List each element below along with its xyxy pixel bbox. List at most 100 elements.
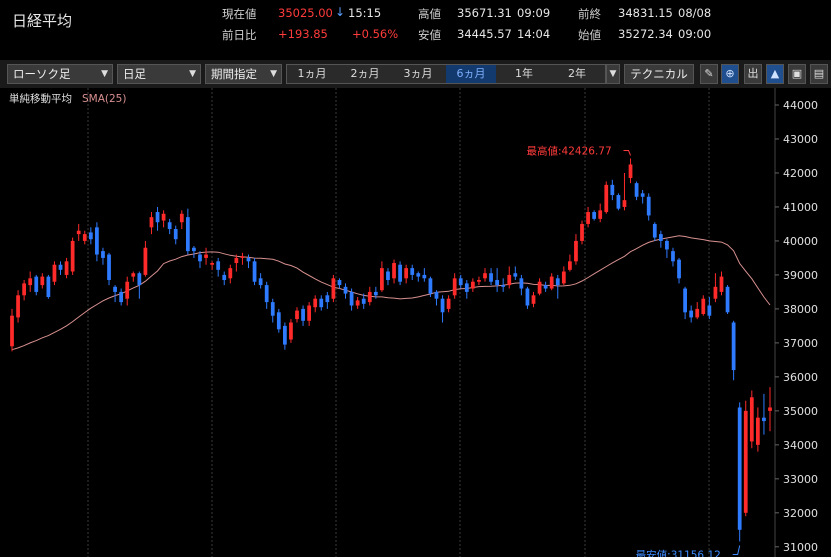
candle-body (64, 261, 69, 275)
candlestick-chart[interactable]: 31000 32000 33000 34000 35000 36000 37000 38000… (0, 88, 831, 557)
period-tab-1m[interactable]: 1ヵ月 (287, 65, 337, 83)
candle-body (701, 298, 706, 315)
chart-toolbar: ローソク足 ▼ 日足 ▼ 期間指定 ▼ 1ヵ月 2ヵ月 3ヵ月 6ヵ月 1年 2… (0, 60, 831, 88)
current-price-label: 現在値 (222, 7, 257, 21)
candle-body (240, 256, 245, 258)
candle-body (604, 184, 609, 213)
chart-type-select[interactable]: ローソク足 ▼ (7, 64, 113, 84)
candle-body (179, 213, 184, 223)
candle-body (246, 257, 251, 262)
y-tick-label: 42000 (783, 167, 818, 180)
candle-body (434, 291, 439, 299)
candle-body (82, 234, 87, 241)
open-value: 35272.34 (618, 27, 673, 41)
interval-select[interactable]: 日足 ▼ (117, 64, 201, 84)
candle-body (70, 240, 75, 272)
candle-body (622, 200, 627, 207)
period-more-button[interactable]: ▼ (606, 64, 620, 84)
candle-body (258, 278, 263, 286)
y-tick-label: 39000 (783, 269, 818, 282)
candle-body (519, 278, 524, 289)
candle-body (143, 247, 148, 275)
period-tab-2m[interactable]: 2ヵ月 (340, 65, 390, 83)
candle-body (386, 271, 390, 281)
current-price-value: 35025.00 (278, 6, 333, 20)
y-tick-label: 35000 (783, 405, 818, 418)
candle-body (34, 276, 39, 292)
candle-body (725, 286, 730, 313)
candle-body (428, 278, 433, 294)
candle-body (173, 229, 178, 240)
candle-body (525, 288, 530, 306)
candle-body (555, 278, 560, 286)
area-chart-icon[interactable]: ▲ (766, 64, 784, 84)
candle-body (204, 254, 208, 258)
candle-body (610, 184, 615, 196)
candle-body (398, 264, 402, 282)
candle-body (185, 217, 190, 252)
high-time: 09:09 (517, 6, 551, 20)
period-select[interactable]: 期間指定 ▼ (205, 64, 282, 84)
period-tab-2y[interactable]: 2年 (552, 65, 602, 83)
candle-body (707, 305, 712, 316)
candle-body (46, 276, 51, 298)
period-tab-6m[interactable]: 6ヵ月 (446, 65, 496, 83)
high-annotation-pointer (623, 149, 631, 156)
candle-body (458, 278, 463, 286)
candle-body (10, 315, 14, 347)
candle-body (234, 257, 239, 264)
candle-body (325, 295, 330, 303)
prev-close-date: 08/08 (678, 6, 712, 20)
candle-body (301, 308, 305, 321)
zoom-icon[interactable]: ⊕ (721, 64, 739, 84)
candle-body (628, 164, 633, 179)
candle-body (489, 273, 493, 282)
candle-body (88, 232, 93, 240)
technical-button[interactable]: テクニカル (624, 64, 694, 84)
candle-body (392, 263, 396, 279)
candle-body (495, 280, 499, 286)
candle-body (574, 240, 578, 262)
volume-icon[interactable]: 出 (744, 64, 762, 84)
candle-body (307, 305, 312, 321)
candle-body (470, 281, 475, 289)
candle-body (367, 291, 372, 303)
chart-type-label: ローソク足 (13, 67, 71, 81)
save-icon[interactable]: ▣ (788, 64, 806, 84)
candle-body (464, 283, 469, 292)
candle-body (501, 285, 506, 287)
candle-body (483, 273, 487, 279)
candle-body (222, 274, 227, 281)
y-tick-label: 31000 (783, 541, 818, 554)
candle-body (416, 273, 421, 277)
candle-body (40, 276, 45, 286)
candle-body (561, 271, 566, 284)
interval-label: 日足 (123, 67, 146, 81)
high-value: 35671.31 (457, 6, 512, 20)
prev-close-label: 前終 (578, 7, 601, 21)
candle-body (22, 283, 27, 296)
candle-body (131, 273, 136, 277)
y-tick-label: 32000 (783, 507, 818, 520)
candle-body (731, 322, 736, 371)
candle-body (689, 310, 694, 318)
candle-body (695, 308, 700, 318)
candle-body (671, 251, 675, 262)
candle-body (28, 278, 33, 286)
period-tab-1y[interactable]: 1年 (499, 65, 549, 83)
candle-body (537, 281, 542, 294)
candle-body (313, 298, 318, 308)
high-label: 高値 (418, 7, 441, 21)
period-tab-3m[interactable]: 3ヵ月 (393, 65, 443, 83)
y-tick-label: 44000 (783, 99, 818, 112)
candle-body (743, 410, 748, 513)
candle-body (210, 263, 214, 265)
y-tick-label: 40000 (783, 235, 818, 248)
candle-body (652, 223, 657, 238)
candle-body (677, 259, 681, 279)
chevron-down-icon: ▼ (609, 69, 617, 79)
candle-body (646, 196, 651, 216)
pencil-icon[interactable]: ✎ (700, 64, 718, 84)
period-tabs: 1ヵ月 2ヵ月 3ヵ月 6ヵ月 1年 2年 (286, 64, 606, 84)
folder-icon[interactable]: ▤ (810, 64, 828, 84)
